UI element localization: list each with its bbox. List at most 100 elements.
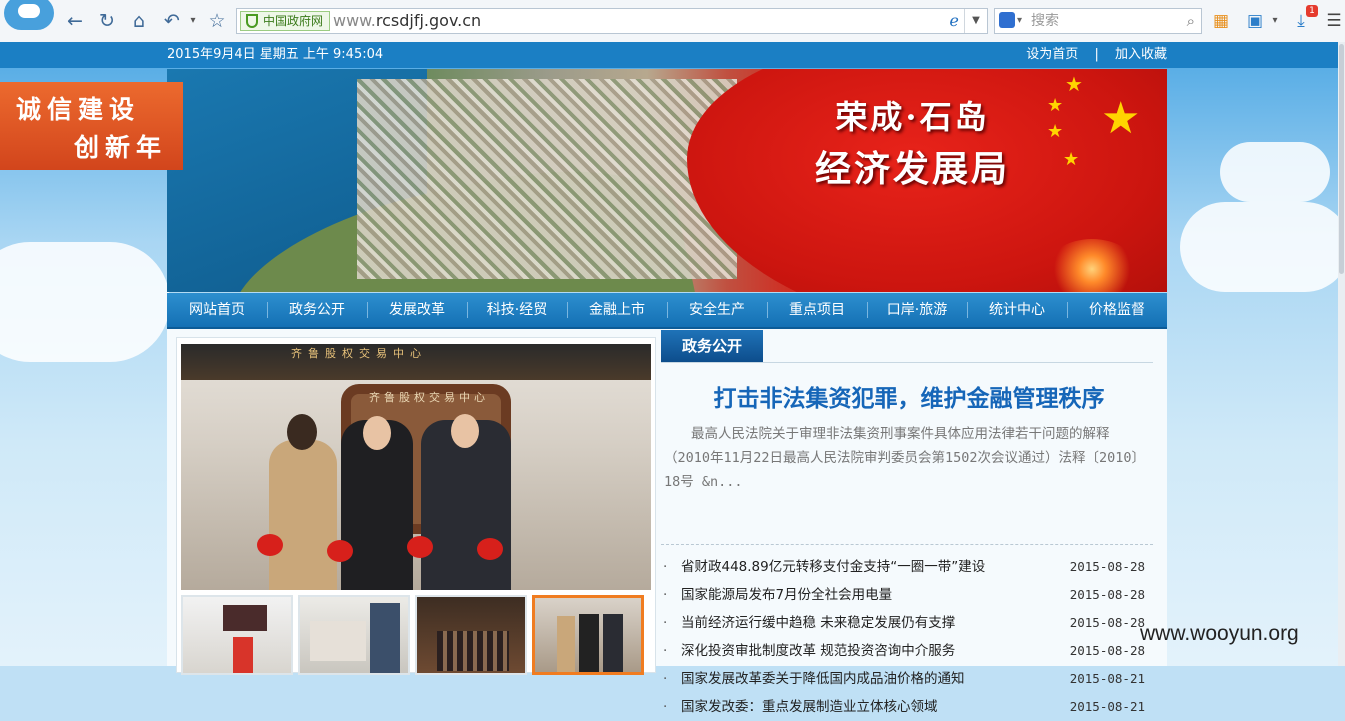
url-prefix: www. (333, 11, 376, 30)
background-cloud (1220, 142, 1330, 202)
thumbnail-3[interactable] (415, 595, 527, 675)
news-title[interactable]: 深化投资审批制度改革 规范投资咨询中介服务 (681, 637, 955, 665)
address-bar[interactable]: 中国政府网 www.rcsdjfj.gov.cn ℯ ▼ (236, 8, 988, 34)
top-info-bar: 2015年9月4日 星期五 上午 9:45:04 设为首页 | 加入收藏 (167, 42, 1167, 68)
red-ribbon (477, 538, 503, 560)
news-list: · 省财政448.89亿元转移支付金支持“一圈一带”建设 2015-08-28 · 国… (663, 553, 1153, 721)
dashed-divider (661, 544, 1153, 545)
news-title[interactable]: 省财政448.89亿元转移支付金支持“一圈一带”建设 (681, 553, 985, 581)
url-text[interactable]: www.rcsdjfj.gov.cn (333, 9, 481, 33)
background-cloud (1180, 202, 1345, 292)
news-title[interactable]: 当前经济运行缓中趋稳 未来稳定发展仍有支撑 (681, 609, 955, 637)
star-icon: ★ (1047, 121, 1064, 142)
nav-item-price-supervision[interactable]: 价格监督 (1067, 293, 1167, 327)
apps-grid-icon[interactable]: ▦ (1209, 9, 1233, 33)
thumbnail-audience (437, 631, 509, 671)
red-ribbon (257, 534, 283, 556)
search-engine-icon[interactable] (999, 12, 1015, 28)
news-title[interactable]: 国家发改委：重点发展制造业立体核心领域 (681, 693, 938, 721)
home-icon[interactable]: ⌂ (127, 9, 151, 33)
news-title[interactable]: 国家能源局发布7月份全社会用电量 (681, 581, 892, 609)
news-item[interactable]: · 国家发展改革委关于降低国内成品油价格的通知 2015-08-21 (663, 665, 1153, 693)
search-box[interactable]: ▾ 搜索 ⌕ (994, 8, 1202, 34)
scrollbar-thumb[interactable] (1339, 44, 1344, 274)
headline-link[interactable]: 打击非法集资犯罪，维护金融管理秩序 (661, 379, 1157, 413)
thumbnail-group (310, 621, 366, 661)
gov-badge-label: 中国政府网 (263, 14, 324, 28)
thumbnail-1[interactable] (181, 595, 293, 675)
banner-title-line1: 荣成·石岛 (835, 98, 990, 136)
news-title[interactable]: 国家发展改革委关于降低国内成品油价格的通知 (681, 665, 965, 693)
section-tab-gov-affairs[interactable]: 政务公开 (661, 330, 763, 362)
banner-aerial-town (357, 79, 737, 279)
bullet-icon: · (663, 699, 668, 715)
nav-item-safety[interactable]: 安全生产 (667, 293, 767, 327)
news-date: 2015-08-21 (1069, 699, 1145, 714)
person-figure (269, 440, 337, 590)
search-icon[interactable]: ⌕ (1187, 9, 1195, 33)
star-icon[interactable]: ☆ (205, 9, 229, 33)
bullet-icon: · (663, 587, 668, 603)
link-separator: | (1094, 47, 1099, 62)
menu-icon[interactable]: ☰ (1322, 9, 1345, 33)
news-date: 2015-08-28 (1069, 615, 1145, 630)
nav-item-statistics[interactable]: 统计中心 (967, 293, 1067, 327)
news-item[interactable]: · 国家发改委：重点发展制造业立体核心领域 2015-08-21 (663, 693, 1153, 721)
news-item[interactable]: · 国家能源局发布7月份全社会用电量 2015-08-28 (663, 581, 1153, 609)
nav-item-home[interactable]: 网站首页 (167, 293, 267, 327)
photo-carousel: 齐鲁股权交易中心 齐鲁股权交易中心 (176, 337, 656, 675)
section-header: 政务公开 (661, 330, 1153, 363)
banner-title-line2: 经济发展局 (815, 148, 1011, 190)
banner-title: 荣成·石岛 经济发展局 (815, 95, 1010, 195)
add-favorite-link[interactable]: 加入收藏 (1115, 42, 1167, 68)
promo-line1: 诚信建设 (16, 95, 141, 124)
web-page: 2015年9月4日 星期五 上午 9:45:04 设为首页 | 加入收藏 荣成·… (0, 42, 1345, 715)
thumbnail-2[interactable] (298, 595, 410, 675)
screen-text: 齐鲁股权交易中心 (291, 347, 427, 360)
person-head (451, 414, 479, 448)
red-ribbon (407, 536, 433, 558)
browser-logo-icon[interactable] (4, 0, 54, 30)
news-date: 2015-08-21 (1069, 671, 1145, 686)
background-cloud (0, 242, 170, 362)
gov-site-badge[interactable]: 中国政府网 (240, 11, 331, 31)
main-nav: 网站首页 政务公开 发展改革 科技·经贸 金融上市 安全生产 重点项目 口岸·旅… (167, 293, 1167, 329)
ie-compat-icon[interactable]: ℯ (950, 11, 959, 30)
nav-item-port-tourism[interactable]: 口岸·旅游 (867, 293, 967, 327)
back-arrow-icon[interactable]: ← (63, 9, 87, 33)
undo-dropdown-icon[interactable]: ▾ (181, 9, 205, 33)
featured-photo[interactable]: 齐鲁股权交易中心 齐鲁股权交易中心 (181, 344, 651, 590)
page-scrollbar[interactable] (1338, 42, 1345, 666)
news-item[interactable]: · 深化投资审批制度改革 规范投资咨询中介服务 2015-08-28 (663, 637, 1153, 665)
browser-toolbar: ← ↻ ⌂ ↶ ▾ ☆ 中国政府网 www.rcsdjfj.gov.cn ℯ ▼… (0, 0, 1345, 43)
bullet-icon: · (663, 643, 668, 659)
thumbnail-4-active[interactable] (532, 595, 644, 675)
nav-item-tech-trade[interactable]: 科技·经贸 (467, 293, 567, 327)
watermark-text: www.wooyun.org (1140, 622, 1299, 645)
news-date: 2015-08-28 (1069, 559, 1145, 574)
address-dropdown-icon[interactable]: ▼ (964, 9, 987, 33)
shield-check-icon (246, 14, 258, 28)
set-homepage-link[interactable]: 设为首页 (1026, 42, 1078, 68)
bullet-icon: · (663, 615, 668, 631)
promo-badge[interactable]: 诚信建设 创新年 (0, 82, 183, 170)
bullet-icon: · (663, 559, 668, 575)
nav-item-finance[interactable]: 金融上市 (567, 293, 667, 327)
news-item[interactable]: · 省财政448.89亿元转移支付金支持“一圈一带”建设 2015-08-28 (663, 553, 1153, 581)
engine-dropdown-icon[interactable]: ▾ (1017, 9, 1022, 33)
refresh-icon[interactable]: ↻ (95, 9, 119, 33)
nav-item-development[interactable]: 发展改革 (367, 293, 467, 327)
search-placeholder: 搜索 (1031, 13, 1059, 29)
headline-summary[interactable]: 最高人民法院关于审理非法集资刑事案件具体应用法律若干问题的解释（2010年11月… (664, 422, 1139, 494)
red-ribbon (327, 540, 353, 562)
bullet-icon: · (663, 671, 668, 687)
person-head (363, 416, 391, 450)
nav-item-key-projects[interactable]: 重点项目 (767, 293, 867, 327)
thumbnail-screen (223, 605, 267, 631)
thumbnail-figure (370, 603, 400, 673)
news-item[interactable]: · 当前经济运行缓中趋稳 未来稳定发展仍有支撑 2015-08-28 (663, 609, 1153, 637)
screenshot-dropdown-icon[interactable]: ▾ (1263, 9, 1287, 33)
nav-item-gov-affairs[interactable]: 政务公开 (267, 293, 367, 327)
main-content: 齐鲁股权交易中心 齐鲁股权交易中心 政务公开 打击非法集资犯罪，维护金融管理秩序… (167, 329, 1167, 715)
thumbnail-figure (557, 616, 575, 672)
